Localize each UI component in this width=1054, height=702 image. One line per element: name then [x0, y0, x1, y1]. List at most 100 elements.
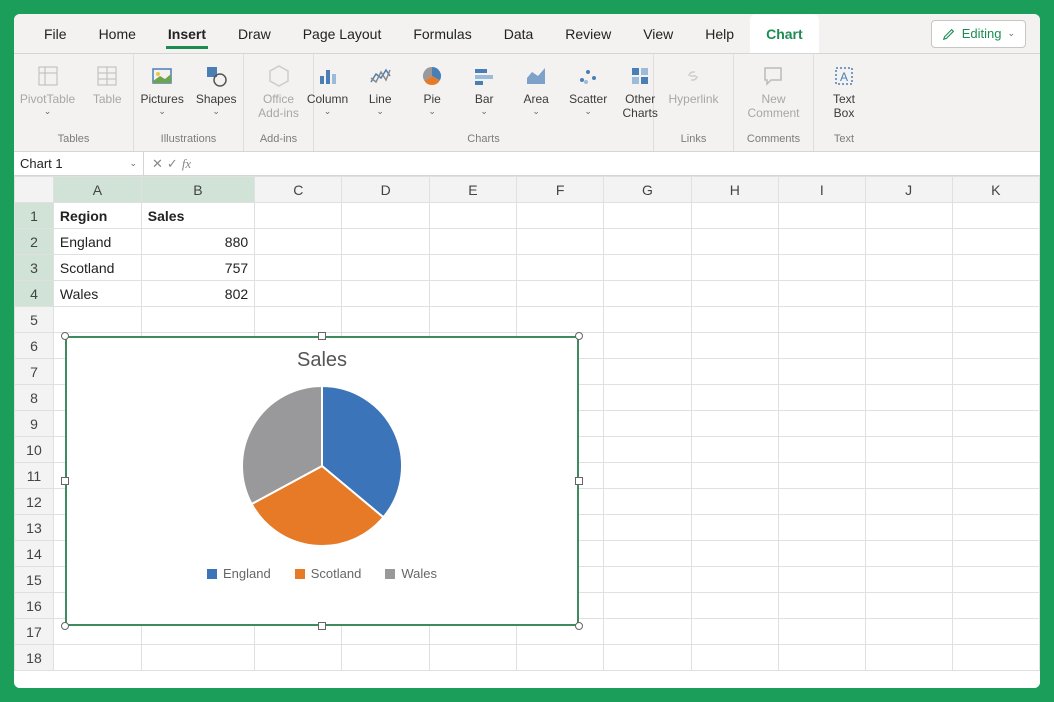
cell[interactable] [778, 281, 865, 307]
cell[interactable] [604, 541, 691, 567]
editing-mode-button[interactable]: Editing ⌄ [931, 20, 1026, 48]
cell[interactable] [255, 645, 342, 671]
cell[interactable] [778, 333, 865, 359]
cell[interactable] [865, 307, 952, 333]
cell[interactable]: Wales [53, 281, 141, 307]
row-header[interactable]: 2 [15, 229, 54, 255]
row-header[interactable]: 4 [15, 281, 54, 307]
formula-bar[interactable] [199, 152, 1040, 175]
cell[interactable] [865, 593, 952, 619]
cell[interactable] [691, 593, 778, 619]
cell[interactable] [865, 255, 952, 281]
cancel-formula-icon[interactable]: ✕ [152, 156, 163, 172]
cell[interactable] [952, 307, 1039, 333]
area-chart-button[interactable]: Area ⌄ [510, 58, 562, 121]
cell[interactable] [517, 645, 604, 671]
cell[interactable] [778, 489, 865, 515]
hyperlink-button[interactable]: Hyperlink [662, 58, 724, 110]
text-box-button[interactable]: A Text Box [818, 58, 870, 124]
cell[interactable] [691, 281, 778, 307]
cell[interactable] [604, 463, 691, 489]
cell[interactable] [517, 281, 604, 307]
cell[interactable] [778, 593, 865, 619]
cell[interactable] [865, 515, 952, 541]
cell[interactable] [952, 567, 1039, 593]
cell[interactable] [691, 567, 778, 593]
cell[interactable] [952, 437, 1039, 463]
enter-formula-icon[interactable]: ✓ [167, 156, 178, 172]
cell[interactable] [691, 619, 778, 645]
cell[interactable] [429, 255, 516, 281]
cell[interactable] [141, 645, 254, 671]
cell[interactable] [952, 489, 1039, 515]
cell[interactable] [952, 463, 1039, 489]
cell[interactable] [865, 619, 952, 645]
cell[interactable] [691, 333, 778, 359]
tab-draw[interactable]: Draw [222, 14, 287, 53]
cell[interactable] [865, 463, 952, 489]
cell[interactable] [255, 307, 342, 333]
cell[interactable] [604, 593, 691, 619]
cell[interactable] [517, 203, 604, 229]
cell[interactable] [865, 437, 952, 463]
cell[interactable] [778, 463, 865, 489]
cell[interactable] [255, 203, 342, 229]
chart-object[interactable]: Sales EnglandScotlandWales [65, 336, 579, 626]
column-header[interactable]: D [342, 177, 429, 203]
cell[interactable] [952, 281, 1039, 307]
cell[interactable] [865, 541, 952, 567]
row-header[interactable]: 17 [15, 619, 54, 645]
row-header[interactable]: 6 [15, 333, 54, 359]
cell[interactable] [778, 229, 865, 255]
bar-chart-button[interactable]: Bar ⌄ [458, 58, 510, 121]
cell[interactable] [691, 385, 778, 411]
cell[interactable] [604, 307, 691, 333]
cell[interactable] [778, 411, 865, 437]
column-header[interactable]: K [952, 177, 1039, 203]
row-header[interactable]: 9 [15, 411, 54, 437]
cell[interactable] [865, 385, 952, 411]
resize-handle[interactable] [61, 332, 69, 340]
row-header[interactable]: 16 [15, 593, 54, 619]
cell[interactable] [604, 359, 691, 385]
cell[interactable] [952, 515, 1039, 541]
cell[interactable] [342, 307, 429, 333]
cell[interactable] [691, 645, 778, 671]
cell[interactable] [865, 567, 952, 593]
cell[interactable] [342, 203, 429, 229]
column-header[interactable]: B [141, 177, 254, 203]
resize-handle[interactable] [575, 332, 583, 340]
cell[interactable] [604, 281, 691, 307]
cell[interactable] [778, 203, 865, 229]
tab-chart[interactable]: Chart [750, 14, 819, 53]
cell[interactable] [778, 255, 865, 281]
pie-chart[interactable] [66, 376, 578, 556]
column-header[interactable]: F [517, 177, 604, 203]
cell[interactable] [691, 463, 778, 489]
cell[interactable] [342, 645, 429, 671]
office-addins-button[interactable]: Office Add-ins [252, 58, 305, 124]
fx-icon[interactable]: fx [182, 156, 191, 172]
cell[interactable] [865, 229, 952, 255]
legend-item[interactable]: England [207, 566, 271, 581]
chart-legend[interactable]: EnglandScotlandWales [66, 556, 578, 581]
column-header[interactable]: I [778, 177, 865, 203]
name-box[interactable]: Chart 1 ⌄ [14, 152, 144, 175]
row-header[interactable]: 3 [15, 255, 54, 281]
cell[interactable] [865, 411, 952, 437]
cell[interactable]: Region [53, 203, 141, 229]
cell[interactable] [865, 645, 952, 671]
tab-page-layout[interactable]: Page Layout [287, 14, 398, 53]
row-header[interactable]: 1 [15, 203, 54, 229]
tab-view[interactable]: View [627, 14, 689, 53]
row-header[interactable]: 18 [15, 645, 54, 671]
cell[interactable] [429, 645, 516, 671]
cell[interactable] [778, 307, 865, 333]
cell[interactable] [691, 541, 778, 567]
row-header[interactable]: 10 [15, 437, 54, 463]
cell[interactable] [865, 281, 952, 307]
cell[interactable] [429, 281, 516, 307]
row-header[interactable]: 15 [15, 567, 54, 593]
cell[interactable] [865, 333, 952, 359]
legend-item[interactable]: Scotland [295, 566, 362, 581]
